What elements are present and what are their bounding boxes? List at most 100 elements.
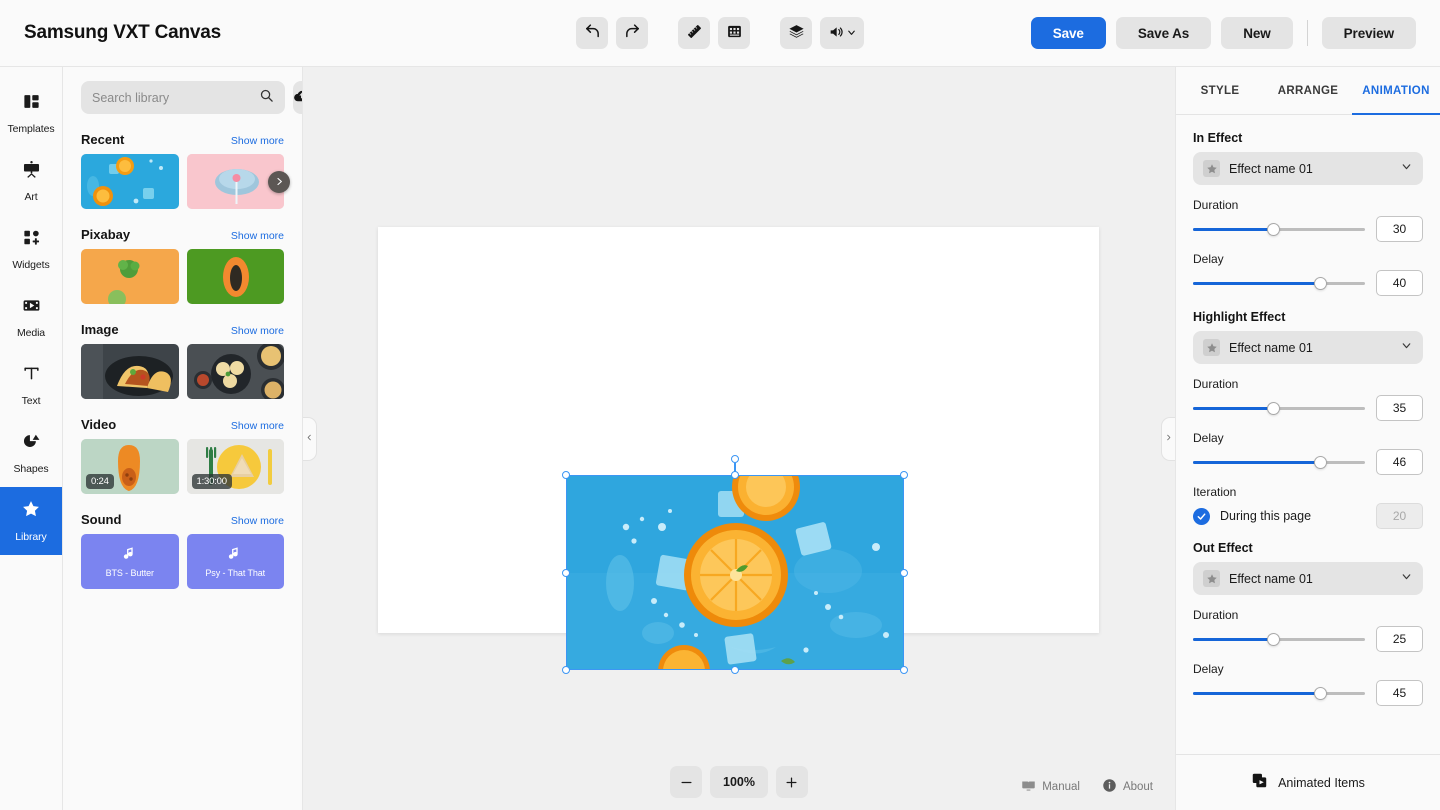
library-thumb[interactable] [81, 249, 179, 304]
music-note-icon [122, 545, 138, 566]
highlight-delay-value[interactable]: 46 [1376, 449, 1423, 475]
slider-fill [1193, 228, 1274, 231]
section-header-pixabay: Pixabay Show more [81, 227, 284, 242]
sound-tile[interactable]: Psy - That That [187, 534, 285, 589]
sidebar-item-media[interactable]: Media [0, 283, 62, 351]
zoom-out-button[interactable] [670, 766, 702, 798]
handle-top-center[interactable] [731, 471, 739, 479]
sidebar-item-templates[interactable]: Templates [0, 79, 62, 147]
slider-thumb[interactable] [1314, 687, 1327, 700]
sidebar-item-label: Library [15, 531, 46, 543]
zoom-level-value[interactable]: 100% [710, 766, 768, 798]
selected-object[interactable] [566, 475, 904, 670]
canvas-page[interactable] [378, 227, 1099, 633]
out-delay-row: 45 [1193, 680, 1423, 706]
handle-top-right[interactable] [900, 471, 908, 479]
search-input-wrapper[interactable] [81, 81, 285, 114]
highlight-duration-slider[interactable] [1193, 400, 1365, 416]
history-tool-group [576, 17, 648, 49]
cloud-upload-button[interactable] [293, 81, 303, 114]
sidebar-item-widgets[interactable]: Widgets [0, 215, 62, 283]
during-this-page-checkbox[interactable] [1193, 508, 1210, 525]
about-link[interactable]: About [1102, 778, 1153, 796]
handle-top-left[interactable] [562, 471, 570, 479]
selected-image[interactable] [566, 475, 904, 670]
chevron-down-icon [1400, 339, 1413, 357]
handle-middle-right[interactable] [900, 569, 908, 577]
tab-style[interactable]: STYLE [1176, 67, 1264, 114]
sound-tile[interactable]: BTS - Butter [81, 534, 179, 589]
library-thumb[interactable]: 0:24 [81, 439, 179, 494]
sidebar-item-art[interactable]: Art [0, 147, 62, 215]
out-effect-dropdown[interactable]: Effect name 01 [1193, 562, 1423, 595]
next-arrow-button[interactable] [268, 171, 290, 193]
save-button[interactable]: Save [1031, 17, 1106, 49]
out-duration-value[interactable]: 25 [1376, 626, 1423, 652]
media-icon [22, 296, 41, 320]
show-more-link[interactable]: Show more [231, 420, 284, 432]
in-duration-slider[interactable] [1193, 221, 1365, 237]
library-thumb[interactable] [187, 344, 285, 399]
sidebar-item-shapes[interactable]: Shapes [0, 419, 62, 487]
slider-fill [1193, 461, 1320, 464]
slider-thumb[interactable] [1267, 402, 1280, 415]
out-duration-slider[interactable] [1193, 631, 1365, 647]
slider-thumb[interactable] [1314, 277, 1327, 290]
effect-thumb-icon [1203, 160, 1220, 177]
tab-animation[interactable]: ANIMATION [1352, 67, 1440, 114]
star-icon [21, 499, 41, 524]
chevron-left-icon [306, 432, 313, 446]
library-thumb[interactable] [81, 154, 179, 209]
highlight-delay-slider[interactable] [1193, 454, 1365, 470]
in-effect-dropdown[interactable]: Effect name 01 [1193, 152, 1423, 185]
slider-thumb[interactable] [1267, 633, 1280, 646]
ruler-icon [686, 23, 703, 43]
handle-bottom-right[interactable] [900, 666, 908, 674]
in-delay-slider[interactable] [1193, 275, 1365, 291]
slider-thumb[interactable] [1267, 223, 1280, 236]
tab-arrange[interactable]: ARRANGE [1264, 67, 1352, 114]
canvas-area[interactable]: 100% Manual [303, 67, 1175, 810]
grid-button[interactable] [718, 17, 750, 49]
zoom-in-button[interactable] [776, 766, 808, 798]
highlight-effect-dropdown[interactable]: Effect name 01 [1193, 331, 1423, 364]
handle-middle-left[interactable] [562, 569, 570, 577]
sound-button[interactable] [820, 17, 864, 49]
animated-items-button[interactable]: Animated Items [1176, 754, 1440, 810]
in-delay-value[interactable]: 40 [1376, 270, 1423, 296]
show-more-link[interactable]: Show more [231, 230, 284, 242]
slider-fill [1193, 407, 1274, 410]
in-duration-value[interactable]: 30 [1376, 216, 1423, 242]
chevron-down-icon [846, 26, 857, 41]
sidebar-item-text[interactable]: Text [0, 351, 62, 419]
rotate-handle[interactable] [731, 455, 739, 463]
out-delay-slider[interactable] [1193, 685, 1365, 701]
library-thumb[interactable] [187, 249, 285, 304]
redo-button[interactable] [616, 17, 648, 49]
music-note-icon [227, 545, 243, 566]
action-buttons: Save Save As New Preview [1031, 17, 1416, 49]
handle-bottom-center[interactable] [731, 666, 739, 674]
manual-link[interactable]: Manual [1021, 778, 1080, 796]
layers-button[interactable] [780, 17, 812, 49]
library-thumb[interactable]: 1:30:00 [187, 439, 285, 494]
collapse-left-panel-button[interactable] [303, 417, 317, 461]
library-thumb[interactable] [81, 344, 179, 399]
save-as-button[interactable]: Save As [1116, 17, 1211, 49]
collapse-right-panel-button[interactable] [1161, 417, 1175, 461]
slider-thumb[interactable] [1314, 456, 1327, 469]
show-more-link[interactable]: Show more [231, 325, 284, 337]
out-delay-value[interactable]: 45 [1376, 680, 1423, 706]
preview-button[interactable]: Preview [1322, 17, 1416, 49]
out-duration-label: Duration [1193, 608, 1423, 622]
ruler-button[interactable] [678, 17, 710, 49]
undo-button[interactable] [576, 17, 608, 49]
sidebar-item-library[interactable]: Library [0, 487, 62, 555]
layers-icon [788, 23, 805, 43]
show-more-link[interactable]: Show more [231, 135, 284, 147]
highlight-duration-value[interactable]: 35 [1376, 395, 1423, 421]
search-input[interactable] [92, 91, 253, 105]
show-more-link[interactable]: Show more [231, 515, 284, 527]
new-button[interactable]: New [1221, 17, 1292, 49]
handle-bottom-left[interactable] [562, 666, 570, 674]
